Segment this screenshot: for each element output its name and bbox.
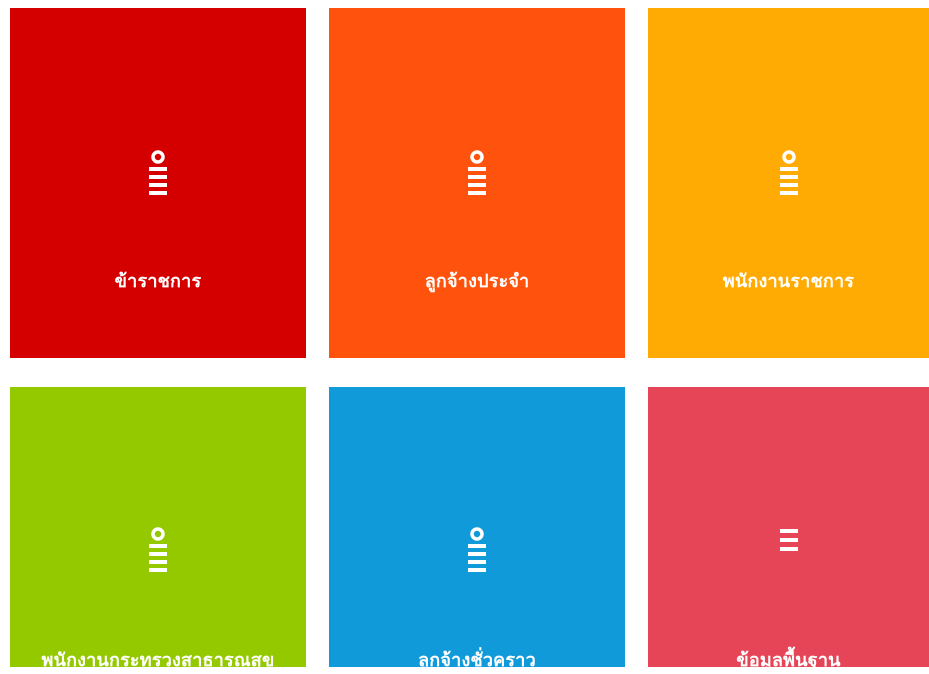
tile-permanent-employee[interactable]: ลูกจ้างประจำ [329, 8, 625, 358]
tile-label: ลูกจ้างประจำ [424, 271, 530, 292]
tile-label: พนักงานราชการ [722, 271, 855, 292]
menu-icon [779, 527, 799, 557]
tile-label: ลูกจ้างชั่วคราว [418, 650, 536, 671]
tile-label: พนักงานกระทรวงสาธารณสุข [41, 650, 275, 671]
tile-label: ข้อมูลพื้นฐาน [736, 650, 841, 671]
user-list-icon [148, 150, 168, 200]
user-list-icon [467, 527, 487, 577]
tile-ministry-public-health-employee[interactable]: พนักงานกระทรวงสาธารณสุข [10, 387, 306, 671]
user-list-icon [148, 527, 168, 577]
user-list-icon [779, 150, 799, 200]
tile-temporary-employee[interactable]: ลูกจ้างชั่วคราว [329, 387, 625, 671]
tile-basic-data[interactable]: ข้อมูลพื้นฐาน [648, 387, 929, 671]
tile-civil-servant[interactable]: ข้าราชการ [10, 8, 306, 358]
user-list-icon [467, 150, 487, 200]
tile-government-employee[interactable]: พนักงานราชการ [648, 8, 929, 358]
tile-label: ข้าราชการ [114, 271, 202, 292]
